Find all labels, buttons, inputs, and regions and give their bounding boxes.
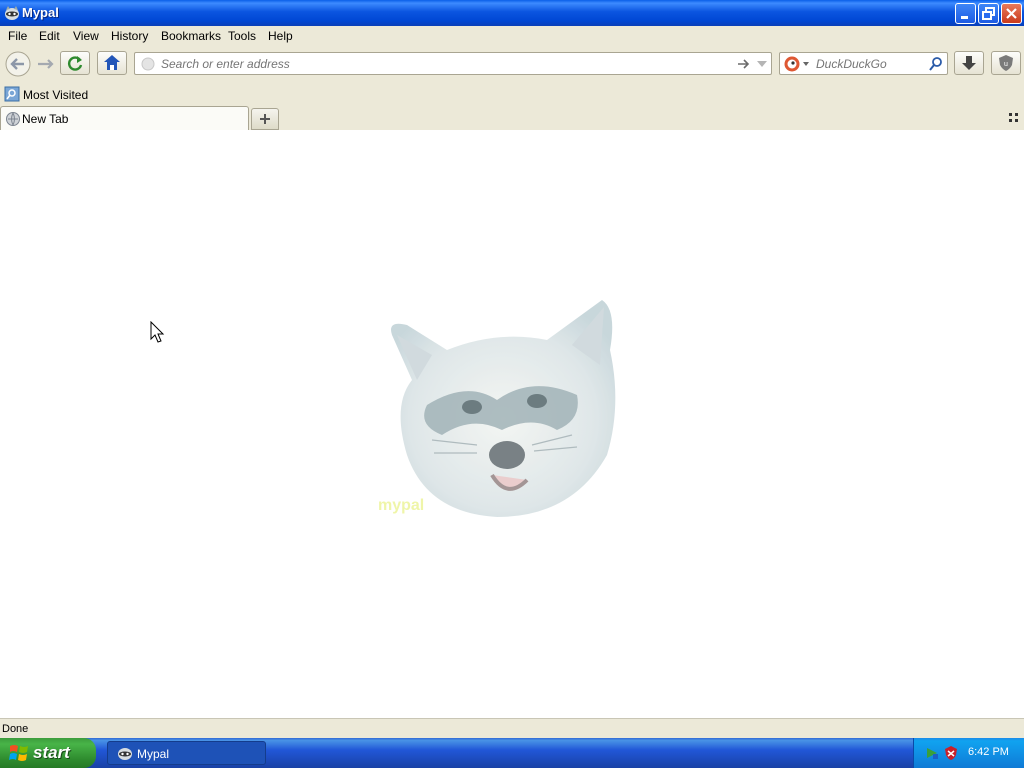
address-input[interactable]	[159, 56, 723, 72]
new-tab-button[interactable]	[251, 108, 279, 130]
minimize-button[interactable]	[955, 3, 976, 24]
start-label: start	[33, 743, 70, 762]
svg-text:u: u	[1004, 61, 1008, 68]
forward-button[interactable]	[38, 59, 54, 69]
status-text: Done	[2, 723, 29, 735]
system-tray: 6:42 PM	[913, 738, 1024, 768]
duckduckgo-engine-icon[interactable]	[783, 55, 811, 73]
menu-file[interactable]: File	[8, 29, 27, 43]
ublock-button[interactable]: u	[991, 51, 1021, 75]
menu-bar: File Edit View History Bookmarks Tools H…	[0, 26, 1024, 46]
globe-icon	[6, 112, 20, 126]
menu-bookmarks[interactable]: Bookmarks	[161, 29, 221, 43]
menu-help[interactable]: Help	[268, 29, 293, 43]
windows-logo-icon	[9, 745, 28, 761]
start-button[interactable]: start	[0, 738, 96, 768]
minimize-icon	[961, 16, 968, 19]
browser-chrome: File Edit View History Bookmarks Tools H…	[0, 26, 1024, 209]
download-icon	[962, 56, 976, 70]
taskbar-item-mypal[interactable]: Mypal	[107, 741, 266, 765]
mypal-raccoon-logo: mypal	[378, 300, 616, 517]
taskbar-item-label: Mypal	[137, 747, 170, 761]
tab-strip: New Tab	[0, 105, 1024, 209]
home-button[interactable]	[97, 51, 127, 75]
search-icon[interactable]	[928, 56, 944, 72]
most-visited-folder-icon	[4, 86, 20, 102]
bookmarks-toolbar: Most Visited	[0, 84, 1024, 104]
close-icon	[1006, 8, 1017, 19]
tab-new-tab[interactable]: New Tab	[0, 106, 249, 130]
tab-groups-grid-icon[interactable]	[1008, 112, 1020, 124]
shield-icon: u	[999, 55, 1013, 71]
menu-tools[interactable]: Tools	[228, 29, 256, 43]
plus-icon	[260, 114, 270, 124]
window-titlebar[interactable]: Mypal	[0, 0, 1024, 26]
back-button[interactable]	[5, 51, 31, 77]
new-tab-page[interactable]: mypal	[0, 130, 1024, 718]
restore-button[interactable]	[978, 3, 999, 24]
reload-button[interactable]	[60, 51, 90, 75]
svg-text:mypal: mypal	[378, 497, 424, 514]
search-bar[interactable]	[779, 52, 948, 75]
menu-edit[interactable]: Edit	[39, 29, 60, 43]
close-button[interactable]	[1001, 3, 1022, 24]
address-bar[interactable]	[134, 52, 772, 75]
bookmark-most-visited[interactable]: Most Visited	[4, 86, 88, 105]
reload-icon	[68, 56, 83, 71]
mouse-pointer-icon	[150, 321, 165, 343]
home-icon	[104, 55, 120, 70]
raccoon-app-icon	[118, 748, 132, 760]
tab-label: New Tab	[22, 112, 69, 126]
window-title: Mypal	[22, 5, 59, 20]
restore-icon	[982, 7, 995, 20]
forward-arrow-icon	[38, 59, 54, 69]
bookmark-label: Most Visited	[23, 88, 89, 102]
status-bar: Done	[0, 718, 1024, 738]
security-shield-icon[interactable]	[943, 745, 959, 761]
taskbar-clock: 6:42 PM	[968, 746, 1009, 758]
downloads-button[interactable]	[954, 51, 984, 75]
page-identity-icon	[141, 57, 155, 71]
menu-view[interactable]: View	[73, 29, 99, 43]
go-arrow-icon[interactable]	[735, 56, 751, 72]
windows-taskbar: start Mypal 6:42 PM	[0, 738, 1024, 768]
back-forward-group	[4, 50, 64, 78]
raccoon-app-icon	[4, 5, 20, 21]
menu-history[interactable]: History	[111, 29, 148, 43]
history-dropdown-icon[interactable]	[755, 56, 769, 72]
navigation-toolbar: u	[0, 48, 1024, 80]
network-icon[interactable]	[924, 745, 940, 761]
search-input[interactable]	[814, 56, 928, 72]
